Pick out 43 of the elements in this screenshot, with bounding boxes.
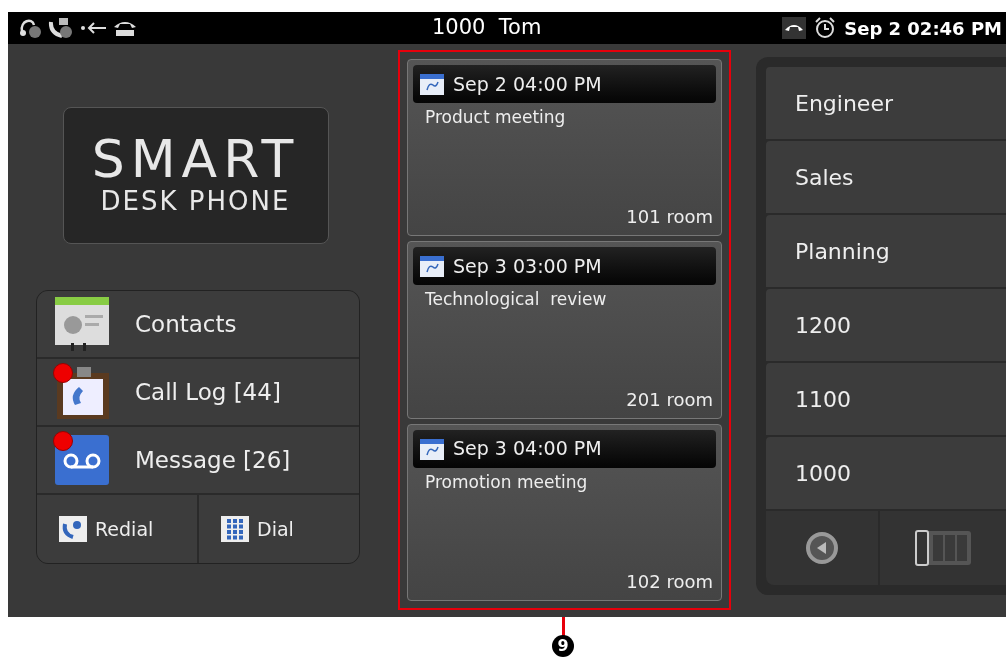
speed-dial-button[interactable]: Sales xyxy=(766,141,1006,213)
forward-arrow-icon xyxy=(80,22,108,34)
event-title: Product meeting xyxy=(424,106,567,129)
back-icon xyxy=(805,531,839,565)
page-indicator-icon xyxy=(914,529,972,567)
status-title: 1000 Tom xyxy=(432,14,542,42)
handset-icon xyxy=(782,17,807,39)
logo-panel: SMART DESK PHONE xyxy=(62,107,329,244)
contact-book-icon xyxy=(53,297,111,351)
event-title: Promotion meeting xyxy=(424,470,589,494)
event-time: Sep 3 04:00 PM xyxy=(453,436,602,462)
speed-dial-button[interactable]: 1100 xyxy=(766,363,1006,435)
action-button[interactable]: Dial xyxy=(199,495,359,563)
event-card[interactable]: Sep 3 03:00 PM Technological review 201 room xyxy=(407,241,722,419)
back-button[interactable] xyxy=(766,511,878,585)
speed-dial-button[interactable]: Engineer xyxy=(766,67,1006,139)
redial-icon xyxy=(59,516,87,542)
action-button[interactable]: Redial xyxy=(37,495,197,563)
event-time: Sep 2 04:00 PM xyxy=(453,71,602,97)
calendar-icon xyxy=(419,72,445,96)
phone-handset-icon xyxy=(112,19,138,37)
speed-dial-button[interactable]: 1200 xyxy=(766,289,1006,361)
callout-number: 9 xyxy=(552,635,574,657)
event-room: 101 room xyxy=(626,205,714,230)
event-room: 102 room xyxy=(626,570,714,594)
calendar-icon xyxy=(419,436,445,461)
dialpad-icon xyxy=(221,516,249,542)
headset-icon xyxy=(18,17,44,39)
voicemail-icon xyxy=(53,433,111,487)
event-card[interactable]: Sep 3 04:00 PM Promotion meeting 102 room xyxy=(407,423,722,601)
alarm-clock-icon xyxy=(814,17,837,39)
status-clock: Sep 2 02:46 PM xyxy=(844,16,1002,41)
leader-line xyxy=(562,617,565,637)
speed-dial-button[interactable]: 1000 xyxy=(766,437,1006,509)
calendar-icon xyxy=(419,254,445,279)
event-room: 201 room xyxy=(626,387,714,412)
menu-item[interactable]: Message [26] xyxy=(37,427,359,493)
speed-dial-button[interactable]: Planning xyxy=(766,215,1006,287)
menu-item[interactable]: Contacts xyxy=(37,291,359,357)
menu-item[interactable]: Call Log [44] xyxy=(37,359,359,425)
event-title: Technological review xyxy=(424,288,608,312)
event-time: Sep 3 03:00 PM xyxy=(453,254,602,280)
event-card[interactable]: Sep 2 04:00 PM Product meeting 101 room xyxy=(407,59,722,237)
